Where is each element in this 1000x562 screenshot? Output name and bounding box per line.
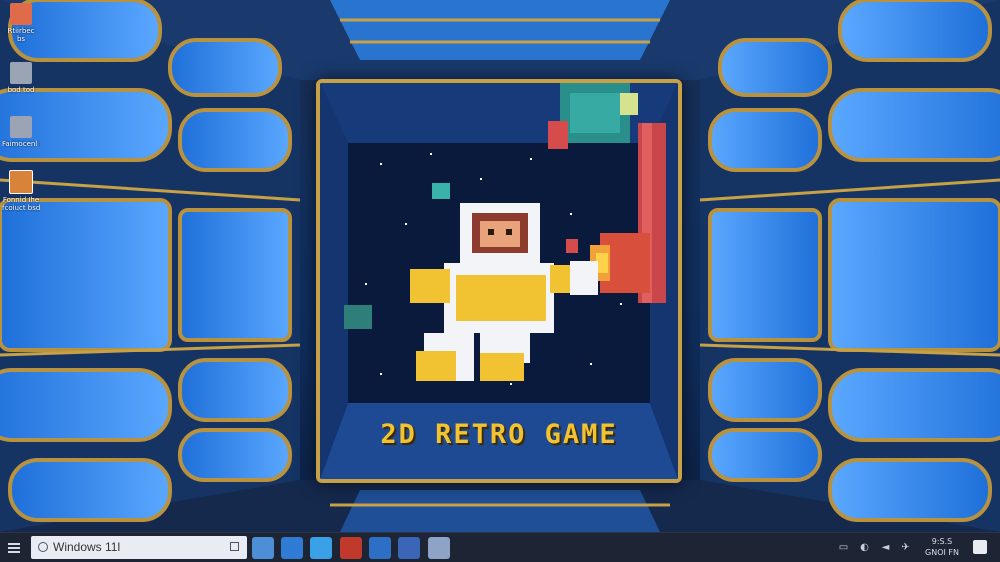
clock-time: 9:S.S [931, 537, 953, 546]
task-view-icon[interactable] [230, 542, 239, 551]
search-icon [38, 542, 48, 552]
desktop-icon-label: Rtiirbec bs [7, 27, 35, 43]
game-title: 2D RETRO GAME [380, 419, 618, 450]
notification-icon[interactable] [973, 540, 987, 554]
teal-asteroid [548, 83, 638, 149]
edge-browser-app[interactable] [310, 537, 332, 559]
clock-date: GNOI FN [925, 548, 959, 557]
user-folder-icon [10, 3, 32, 25]
start-button[interactable] [4, 538, 24, 558]
network-icon[interactable]: ◐ [859, 542, 870, 553]
desktop: Rtiirbec bs bod tod Faimocenl toob Fonni… [0, 0, 1000, 532]
desktop-icon-label: bod tod [7, 86, 35, 94]
desktop-icon-retro-game[interactable]: Fonnid Ihe fcoiuct bsd [2, 170, 40, 212]
desktop-icon-label: Fonnid Ihe fcoiuct bsd [2, 196, 40, 212]
taskbar: Windows 11l ▭ ◐ ◄ ✈ 9:S.S GNOI FN [0, 532, 1000, 562]
debris-block [432, 183, 450, 199]
search-input[interactable]: Windows 11l [31, 536, 247, 559]
menu-icon [8, 543, 20, 545]
mail-app[interactable] [369, 537, 391, 559]
search-text: Windows 11l [53, 540, 121, 554]
globe-browser-app[interactable] [281, 537, 303, 559]
debris-block [566, 239, 578, 253]
battery-icon[interactable]: ▭ [838, 542, 849, 553]
volume-icon[interactable]: ◄ [880, 542, 891, 553]
store-app[interactable] [340, 537, 362, 559]
airplane-icon[interactable]: ✈ [900, 542, 911, 553]
desktop-icon-2d[interactable]: bod tod [2, 62, 40, 94]
desktop-icon-user[interactable]: Rtiirbec bs [2, 3, 40, 43]
desktop-icon-label: Faimocenl toob [2, 140, 40, 148]
game-2d-icon [10, 62, 32, 84]
retro-game-shortcut-icon [9, 170, 33, 194]
file-explorer-app[interactable] [252, 537, 274, 559]
game-window[interactable]: 2D RETRO GAME [316, 79, 682, 483]
menu-icon [8, 551, 20, 553]
clock[interactable]: 9:S.S GNOI FN [918, 536, 966, 558]
files-icon [10, 116, 32, 138]
security-app[interactable] [398, 537, 420, 559]
menu-icon [8, 547, 20, 549]
photos-app[interactable] [428, 537, 450, 559]
debris-block [344, 305, 372, 329]
desktop-icon-files[interactable]: Faimocenl toob [2, 116, 40, 148]
